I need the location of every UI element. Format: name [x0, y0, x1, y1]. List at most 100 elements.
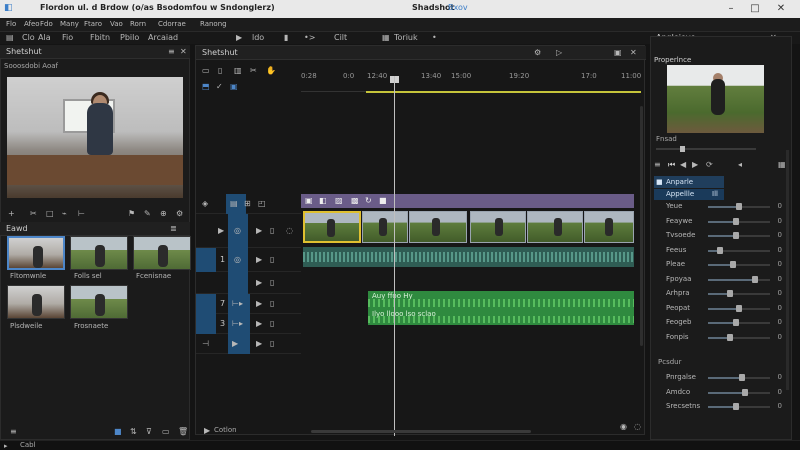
track-a3-sync[interactable] [196, 314, 216, 334]
rewind-icon[interactable]: ⏮ [668, 160, 675, 170]
crop-icon[interactable]: ▨ [335, 196, 343, 206]
menu-marker[interactable]: Ftaro [84, 20, 102, 28]
track-v1-mute-icon[interactable]: ◌ [286, 226, 293, 236]
effect-slider-row[interactable]: Feogeb 0 [662, 316, 786, 330]
link-track-icon[interactable]: ⊞ [244, 199, 251, 209]
tag-icon[interactable]: ⊕ [160, 209, 167, 219]
track-a1-doc-icon[interactable]: ▯ [270, 255, 274, 265]
tool-hand-icon[interactable]: ✋ [266, 66, 276, 76]
toolbar-item-6[interactable]: Arcaiad [148, 33, 178, 43]
toolbar-item-4[interactable]: Fbitn [90, 33, 110, 43]
square-icon[interactable]: □ [46, 209, 54, 219]
effect2-slider-knob[interactable] [732, 403, 739, 410]
grid-view-icon[interactable]: ■ [114, 427, 122, 437]
minimize-icon[interactable]: – [722, 0, 740, 18]
track-a3-doc-icon[interactable]: ▯ [270, 319, 274, 329]
effect-slider-knob[interactable] [732, 232, 739, 239]
tool-slip-icon[interactable]: ▥ [234, 66, 242, 76]
audio-clip-a1[interactable] [303, 247, 634, 267]
timeline-close-icon[interactable]: ✕ [630, 48, 637, 58]
transform-icon[interactable]: ◧ [319, 196, 327, 206]
export-icon[interactable]: ▦ [778, 160, 786, 170]
toolbar-center-3[interactable]: Cilt [334, 33, 347, 43]
menu-tools[interactable]: Many [60, 20, 79, 28]
track-target-icon[interactable]: ▣ [230, 82, 238, 92]
effect2-slider-row[interactable]: Pnrgalse 0 [662, 371, 786, 385]
right-scrollbar[interactable] [786, 150, 789, 390]
effect-slider-knob[interactable] [736, 304, 742, 312]
toolbar-item-1[interactable]: Clo [22, 33, 35, 43]
effect-slider-knob[interactable] [751, 275, 758, 283]
effect-slider-row[interactable]: Tvsoede 0 [662, 229, 786, 243]
refresh-icon[interactable]: ↻ [365, 196, 372, 206]
horizontal-scrollbar[interactable] [311, 430, 531, 433]
track-a1-arrow-icon[interactable]: ▶ [256, 255, 262, 265]
media-thumb-1[interactable] [7, 236, 65, 270]
menu-render[interactable]: Rorn [130, 20, 146, 28]
toolbar-center-2[interactable]: •> [304, 33, 315, 43]
volume-icon[interactable]: ◂ [738, 160, 742, 170]
toolbar-center-1[interactable]: ldo [252, 33, 264, 43]
loop-icon[interactable]: ⟳ [706, 160, 713, 170]
menu-help[interactable]: Ranong [200, 20, 227, 28]
track-a7-doc-icon[interactable]: ▯ [270, 299, 274, 309]
effect-slider-knob[interactable] [736, 203, 742, 210]
menu-file[interactable]: Flo [6, 20, 16, 28]
effect2-slider-row[interactable]: Amdco 0 [662, 386, 786, 400]
timeline-ruler[interactable]: 0:28 0:0 12:40 13:40 15:00 19:20 17:0 11… [301, 72, 641, 92]
menu-view[interactable]: Fdo [40, 20, 53, 28]
work-area-bar[interactable] [366, 91, 641, 93]
bin-list-icon[interactable]: ≣ [170, 224, 177, 234]
track-empty-arrow-icon[interactable]: ▶ [256, 278, 262, 288]
effect-slider-row[interactable]: Arhpra 0 [662, 287, 786, 301]
effect-slider-row[interactable]: Fonpis 0 [662, 331, 786, 345]
tool-ripple-icon[interactable]: ▯ [218, 66, 222, 76]
track-last-doc-icon[interactable]: ▯ [270, 339, 274, 349]
menu-edit[interactable]: Afeo [24, 20, 40, 28]
menu-clip[interactable]: Vao [110, 20, 123, 28]
lock-icon[interactable]: ▤ [230, 199, 238, 209]
sort-icon[interactable]: ⇅ [130, 427, 137, 437]
track-lock-icon[interactable]: ⬒ [202, 82, 210, 92]
track-sync-icon[interactable]: ✓ [216, 82, 223, 92]
track-v1-arrow-icon[interactable]: ▶ [256, 226, 262, 236]
audio-clip-a7[interactable]: Auy ffoo Hy [368, 291, 634, 309]
panel-close-small-icon[interactable]: ✕ [180, 47, 187, 57]
tool-select-icon[interactable]: ▭ [202, 66, 210, 76]
track-a3-arrow-icon[interactable]: ▶ [256, 319, 262, 329]
video-clip-1[interactable] [303, 211, 361, 243]
play-icon[interactable]: ▶ [236, 33, 242, 43]
scrubber-knob[interactable] [680, 146, 685, 152]
effect2-slider-knob[interactable] [742, 388, 749, 396]
track-v1-eye-icon[interactable]: ◎ [234, 226, 241, 236]
track-v1-doc-icon[interactable]: ▯ [270, 226, 274, 236]
title-clip-strip[interactable]: ▣ ◧ ▨ ▩ ↻ ■ [301, 194, 634, 208]
mask-icon[interactable]: ■ [379, 196, 387, 206]
track-v1-play-icon[interactable]: ▶ [218, 226, 224, 236]
effect-slider-row[interactable]: Peopat 0 [662, 302, 786, 316]
effect-slider-row[interactable]: Feeus 0 [662, 244, 786, 258]
effect-slider-row[interactable]: Pleae 0 [662, 258, 786, 272]
toolbar-center-5[interactable]: • [432, 33, 437, 43]
media-thumb-2[interactable] [70, 236, 128, 270]
scissors-icon[interactable]: ✂ [30, 209, 37, 219]
program-preview[interactable] [667, 65, 764, 133]
track-last-play-icon[interactable]: ▶ [256, 339, 262, 349]
list-icon[interactable]: ≡ [654, 160, 661, 170]
video-clip-6[interactable] [584, 211, 634, 243]
effect-slider-row[interactable]: Fpoyaa 0 [662, 273, 786, 287]
zoom-icon[interactable]: ◉ [620, 422, 627, 432]
effect-slider-knob[interactable] [726, 333, 733, 341]
effect2-slider-knob[interactable] [739, 374, 746, 381]
media-thumb-3[interactable] [133, 236, 191, 270]
trim-icon[interactable]: ⊢ [78, 209, 85, 219]
grid-icon[interactable]: ▦ [382, 33, 390, 43]
toolbar-item-2[interactable]: Ala [38, 33, 51, 43]
toolbar-item-3[interactable]: Fio [62, 33, 73, 43]
close-icon[interactable]: ✕ [772, 0, 790, 18]
marker-icon[interactable]: ⚑ [128, 209, 135, 219]
timeline-expand-icon[interactable]: ▣ [614, 48, 622, 58]
track-last-arrow-icon[interactable]: ▶ [232, 339, 238, 349]
effect-slider-knob[interactable] [732, 319, 739, 326]
video-clip-5[interactable] [527, 211, 583, 243]
